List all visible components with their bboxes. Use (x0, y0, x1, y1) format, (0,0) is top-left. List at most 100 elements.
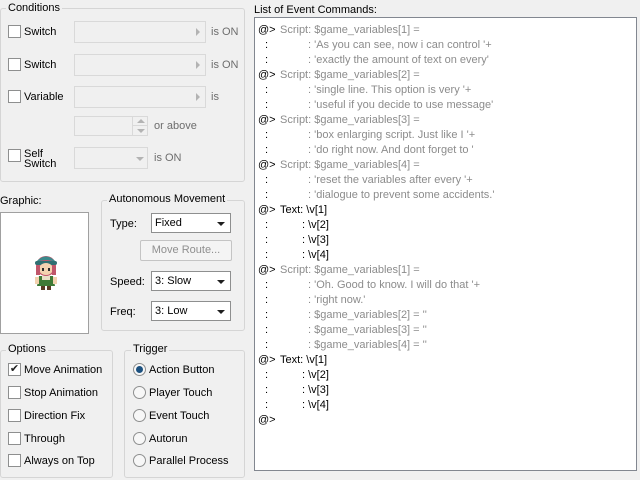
self-switch-suffix: is ON (154, 152, 182, 164)
through-label: Through (24, 433, 65, 445)
command-content: Script: $game_variables[1] = (280, 264, 420, 276)
spinner-down-icon (137, 129, 145, 133)
trigger-title: Trigger (131, 343, 170, 356)
freq-label: Freq: (110, 306, 136, 318)
command-prefix: @> (258, 414, 276, 426)
direction-fix-checkbox[interactable] (8, 409, 21, 422)
movement-type-select[interactable]: Fixed (151, 213, 231, 233)
command-content: : 'Oh. Good to know. I will do that '+ (308, 279, 481, 291)
command-content: : 'box enlarging script. Just like I '+ (308, 129, 476, 141)
switch2-checkbox[interactable] (8, 58, 21, 71)
command-content: : \v[4] (302, 249, 329, 261)
always-on-top-checkbox[interactable] (8, 454, 21, 467)
move-route-button[interactable]: Move Route... (140, 240, 232, 261)
character-sprite-icon (35, 256, 57, 290)
command-content: : 'single line. This option is very '+ (308, 84, 472, 96)
command-content: : \v[3] (302, 384, 329, 396)
command-content: Script: $game_variables[4] = (280, 159, 420, 171)
command-content: : 'dialogue to prevent some accidents.' (308, 189, 495, 201)
speed-caret-icon (217, 280, 225, 284)
switch1-label: Switch (24, 26, 57, 38)
command-prefix: : (265, 99, 269, 111)
command-prefix: : (265, 144, 269, 156)
command-prefix: @> (258, 114, 276, 126)
command-prefix: : (265, 384, 269, 396)
freq-select[interactable]: 3: Low (151, 301, 231, 321)
command-content: : \v[4] (302, 399, 329, 411)
switch1-select-arrow-icon (196, 28, 200, 36)
spinner-up-icon (137, 119, 145, 123)
move-animation-checkbox[interactable]: ✔ (8, 363, 21, 376)
through-checkbox[interactable] (8, 432, 21, 445)
command-content: Script: $game_variables[2] = (280, 69, 420, 81)
command-prefix: @> (258, 159, 276, 171)
command-content: : $game_variables[3] = '' (308, 324, 427, 336)
graphic-title: Graphic: (0, 195, 42, 207)
command-prefix: : (265, 249, 269, 261)
speed-label: Speed: (110, 276, 145, 288)
switch2-label: Switch (24, 59, 57, 71)
command-prefix: : (265, 309, 269, 321)
player-touch-label: Player Touch (149, 387, 213, 399)
freq-caret-icon (217, 310, 225, 314)
self-switch-label-line2: Switch (24, 158, 57, 170)
command-content: : 'right now.' (308, 294, 366, 306)
switch1-checkbox[interactable] (8, 25, 21, 38)
autonomous-movement-title: Autonomous Movement (107, 193, 228, 206)
command-content: : 'useful if you decide to use message' (308, 99, 494, 111)
parallel-process-label: Parallel Process (149, 455, 229, 467)
parallel-process-radio[interactable] (133, 454, 146, 467)
self-switch-checkbox[interactable] (8, 149, 21, 162)
stop-animation-checkbox[interactable] (8, 386, 21, 399)
freq-value: 3: Low (155, 305, 188, 317)
command-prefix: : (265, 399, 269, 411)
command-content: Script: $game_variables[1] = (280, 24, 420, 36)
action-button-radio[interactable] (133, 363, 146, 376)
command-prefix: : (265, 294, 269, 306)
command-content: : \v[2] (302, 219, 329, 231)
event-commands-title: List of Event Commands: (254, 4, 377, 16)
command-prefix: @> (258, 69, 276, 81)
command-prefix: @> (258, 354, 276, 366)
command-prefix: : (265, 339, 269, 351)
command-prefix: : (265, 324, 269, 336)
event-touch-radio[interactable] (133, 409, 146, 422)
command-prefix: @> (258, 264, 276, 276)
player-touch-radio[interactable] (133, 386, 146, 399)
command-content: Script: $game_variables[3] = (280, 114, 420, 126)
self-switch-select-arrow-icon (136, 157, 144, 161)
speed-select[interactable]: 3: Slow (151, 271, 231, 291)
command-prefix: @> (258, 204, 276, 216)
command-prefix: : (265, 174, 269, 186)
variable-or-above-label: or above (154, 120, 197, 132)
stop-animation-label: Stop Animation (24, 387, 98, 399)
movement-type-caret-icon (217, 222, 225, 226)
options-title: Options (6, 343, 48, 356)
variable-select-arrow-icon (196, 93, 200, 101)
command-prefix: @> (258, 24, 276, 36)
direction-fix-label: Direction Fix (24, 410, 86, 422)
variable-label: Variable (24, 91, 64, 103)
checkmark-icon: ✔ (9, 363, 20, 375)
command-content: : 'As you can see, now i can control '+ (308, 39, 492, 51)
spinner-down-button (132, 126, 147, 135)
command-prefix: : (265, 39, 269, 51)
autorun-label: Autorun (149, 433, 188, 445)
variable-suffix: is (211, 91, 219, 103)
command-content: Text: \v[1] (280, 204, 328, 216)
command-prefix: : (265, 279, 269, 291)
action-button-label: Action Button (149, 364, 215, 376)
command-content: : 'reset the variables after every '+ (308, 174, 473, 186)
command-prefix: : (265, 189, 269, 201)
autorun-radio[interactable] (133, 432, 146, 445)
conditions-title: Conditions (6, 2, 62, 15)
variable-checkbox[interactable] (8, 90, 21, 103)
command-content: : 'do right now. And dont forget to ' (308, 144, 474, 156)
graphic-preview[interactable] (0, 212, 89, 334)
switch2-select-arrow-icon (196, 61, 200, 69)
switch1-select (74, 21, 206, 43)
command-prefix: : (265, 84, 269, 96)
variable-value-spinner (74, 116, 148, 136)
command-prefix: : (265, 219, 269, 231)
event-commands-list[interactable]: @> Script: $game_variables[1] =:: 'As you… (254, 17, 637, 471)
